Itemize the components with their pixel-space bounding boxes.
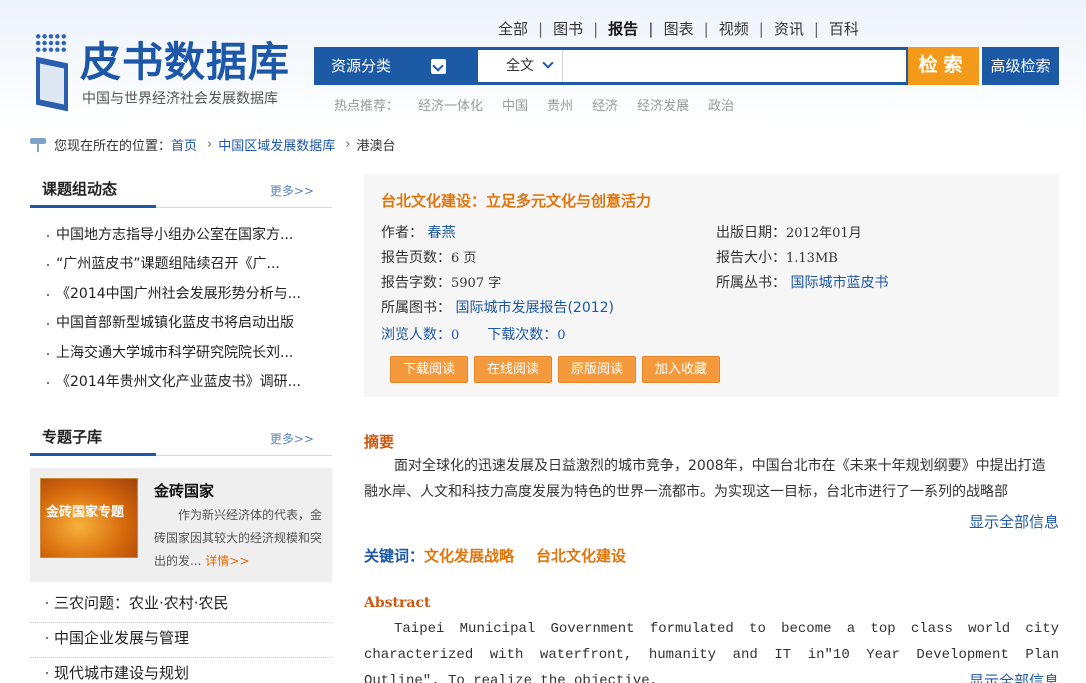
logo-book-icon [30,30,74,112]
advanced-search-button[interactable]: 高级检索 [982,47,1059,85]
search-button[interactable]: 检索 [908,47,979,85]
list-item[interactable]: 中国企业发展与管理 [30,623,332,658]
news-more-link[interactable]: 更多>> [270,182,314,199]
report-title: 台北文化建设：立足多元文化与创意活力 [381,192,652,210]
nav-item-videos[interactable]: 视频 | [719,18,774,39]
details-link[interactable]: 详情>> [205,554,249,568]
breadcrumb-region-db[interactable]: 中国区域发展数据库 [218,135,335,154]
hot-item[interactable]: 贵州 [547,95,573,114]
chevron-down-icon[interactable] [431,59,446,74]
hot-item[interactable]: 经济一体化 [418,95,483,114]
news-list: 中国地方志指导小组办公室在国家方... “广州蓝皮书”课题组陆续召开《广... … [30,221,332,397]
topic-more-link[interactable]: 更多>> [270,430,314,447]
list-item[interactable]: 《2014年贵州文化产业蓝皮书》调研... [30,368,332,397]
breadcrumb-prefix: 您现在所在的位置： [54,139,172,154]
site-logo[interactable]: 皮书数据库 中国与世界经济社会发展数据库 [30,30,300,114]
topic-list: 三农问题：农业·农村·农民 中国企业发展与管理 现代城市建设与规划 [30,588,332,683]
abstract-text: 面对全球化的迅速发展及日益激烈的城市竞争，2008年，中国台北市在《未来十年规划… [364,458,1046,500]
nav-item-reports[interactable]: 报告 | [608,18,664,39]
report-stats-row: 浏览人数：0 下载次数：0 [381,327,566,343]
news-panel-header: 课题组动态 更多>> [30,172,332,208]
topic-panel-title: 专题子库 [30,420,156,456]
location-pin-icon [30,137,46,152]
search-scope-select[interactable]: 全文 [478,50,562,82]
breadcrumb: 您现在所在的位置： 首页 › 中国区域发展数据库 › 港澳台 [30,135,395,154]
keyword-link[interactable]: 文化发展战略 [424,545,514,566]
show-all-link[interactable]: 显示全部信息 [969,511,1059,532]
hot-label: 热点推荐： [334,99,400,114]
nav-item-news[interactable]: 资讯 | [774,18,829,39]
original-read-button[interactable]: 原版阅读 [558,356,636,383]
report-pages-row: 报告页数：6 页 [381,250,477,266]
featured-topic-desc: 作为新兴经济体的代表，金砖国家因其较大的经济规模和突出的发... 详情>> [154,508,323,568]
series-link[interactable]: 国际城市蓝皮书 [790,275,888,291]
hot-item[interactable]: 经济 [592,95,618,114]
site-header: 皮书数据库 中国与世界经济社会发展数据库 全部 | 图书 | 报告 | 图表 | 视频 |… [0,0,1086,125]
news-panel-title: 课题组动态 [30,172,156,208]
nav-item-all[interactable]: 全部 | [498,18,553,39]
search-bar: 资源分类 全文 检索 [314,47,979,85]
nav-item-charts[interactable]: 图表 | [664,18,719,39]
add-favorite-button[interactable]: 加入收藏 [642,356,720,383]
list-item[interactable]: 现代城市建设与规划 [30,658,332,683]
report-size-row: 报告大小：1.13MB [716,250,838,266]
topic-thumbnail[interactable]: 金砖国家专题 [40,478,138,558]
nav-item-encyclopedia[interactable]: 百科 [829,18,859,39]
report-info-panel: 台北文化建设：立足多元文化与创意活力 作者： 春燕 报告页数：6 页 报告字数：… [364,174,1059,397]
featured-topic: 金砖国家专题 金砖国家 作为新兴经济体的代表，金砖国家因其较大的经济规模和突出的… [30,468,332,582]
keywords-row: 关键词： 文化发展战略 台北文化建设 [364,545,648,566]
report-book-row: 所属图书： 国际城市发展报告(2012) [381,300,615,316]
hot-item[interactable]: 经济发展 [637,95,689,114]
abstract-en-text: Taipei Municipal Government formulated t… [364,621,1059,683]
chevron-right-icon: › [345,137,351,152]
list-item[interactable]: 中国首部新型城镇化蓝皮书将启动出版 [30,309,332,338]
report-author-row: 作者： 春燕 [381,225,456,241]
list-item[interactable]: 《2014中国广州社会发展形势分析与... [30,280,332,309]
report-words-row: 报告字数：5907 字 [381,275,502,291]
chevron-down-icon [542,57,554,69]
list-item[interactable]: 三农问题：农业·农村·农民 [30,588,332,623]
abstract-label: 摘要 [364,433,395,451]
keywords-label: 关键词： [364,547,425,565]
hot-item[interactable]: 中国 [502,95,528,114]
report-action-buttons: 下载阅读 在线阅读 原版阅读 加入收藏 [390,356,726,383]
nav-item-books[interactable]: 图书 | [553,18,608,39]
hot-item[interactable]: 政治 [708,95,734,114]
top-nav: 全部 | 图书 | 报告 | 图表 | 视频 | 资讯 | 百科 [498,18,859,39]
list-item[interactable]: “广州蓝皮书”课题组陆续召开《广... [30,250,332,279]
report-date-row: 出版日期：2012年01月 [716,225,862,241]
logo-subtitle: 中国与世界经济社会发展数据库 [82,91,278,107]
author-link[interactable]: 春燕 [427,225,455,241]
download-read-button[interactable]: 下载阅读 [390,356,468,383]
breadcrumb-current: 港澳台 [356,139,396,154]
online-read-button[interactable]: 在线阅读 [474,356,552,383]
chevron-right-icon: › [207,137,213,152]
breadcrumb-home[interactable]: 首页 [171,135,197,154]
resource-category-select[interactable]: 资源分类 [314,47,478,85]
search-input[interactable] [562,50,906,82]
report-series-row: 所属丛书： 国际城市蓝皮书 [716,275,889,291]
hot-recommendations: 热点推荐： 经济一体化 中国 贵州 经济 经济发展 政治 [334,95,753,114]
featured-topic-title[interactable]: 金砖国家 [154,480,214,501]
book-link[interactable]: 国际城市发展报告(2012) [455,300,614,316]
keyword-link[interactable]: 台北文化建设 [536,545,626,566]
list-item[interactable]: 上海交通大学城市科学研究院院长刘... [30,339,332,368]
show-all-en-link[interactable]: 显示全部信息 [969,670,1059,683]
list-item[interactable]: 中国地方志指导小组办公室在国家方... [30,221,332,250]
logo-title: 皮书数据库 [80,38,290,86]
topic-panel-header: 专题子库 更多>> [30,420,332,456]
abstract-en-label: Abstract [364,595,431,611]
